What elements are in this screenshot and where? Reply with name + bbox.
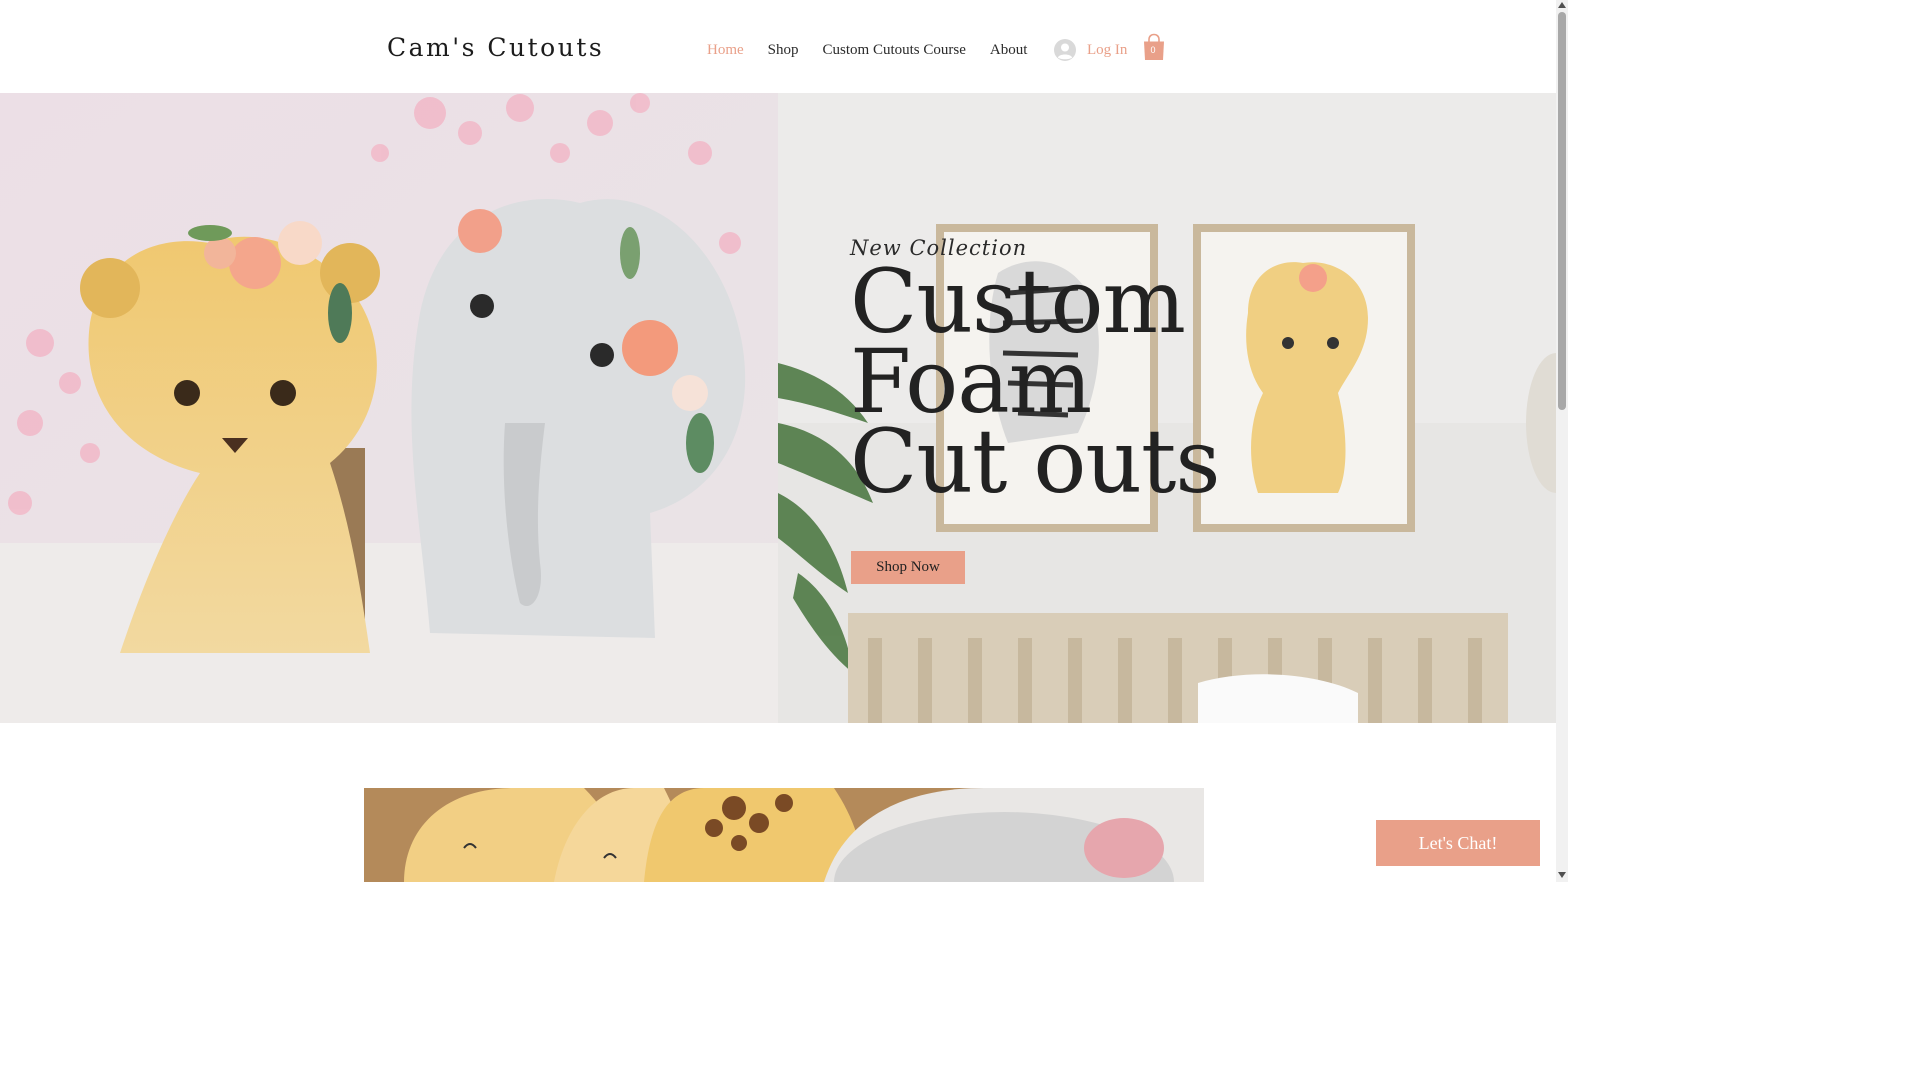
lets-chat-button[interactable]: Let's Chat! (1376, 820, 1540, 866)
site-logo[interactable]: Cam's Cutouts (387, 33, 604, 62)
hero-text: New Collection Custom Foam Cut outs (850, 236, 1221, 513)
nav-item-home[interactable]: Home (707, 42, 744, 59)
shop-now-button[interactable]: Shop Now (851, 551, 965, 584)
nav-item-shop[interactable]: Shop (768, 42, 799, 59)
hero-headline-line-3: Cut outs (850, 410, 1221, 513)
scrollbar-thumb[interactable] (1558, 12, 1566, 410)
user-avatar-icon (1054, 39, 1076, 61)
main-nav: Home Shop Custom Cutouts Course About (707, 42, 1051, 59)
lower-feature-image (364, 788, 1204, 882)
lion-elephant-cutouts-photo (0, 93, 778, 723)
login-label: Log In (1087, 41, 1128, 58)
scroll-down-arrow-icon[interactable] (1558, 872, 1566, 878)
cart-button[interactable]: 0 (1142, 33, 1166, 61)
animal-cutouts-closeup-photo (364, 788, 1204, 882)
scroll-up-arrow-icon[interactable] (1558, 2, 1566, 8)
cart-count: 0 (1150, 45, 1156, 55)
login-button[interactable]: Log In (1054, 39, 1127, 61)
nav-item-about[interactable]: About (990, 42, 1028, 59)
site-header: Cam's Cutouts Home Shop Custom Cutouts C… (0, 0, 1556, 93)
hero-headline: Custom Foam Cut outs (850, 258, 1221, 513)
hero-image-left (0, 93, 778, 723)
nav-item-custom-cutouts-course[interactable]: Custom Cutouts Course (823, 42, 966, 59)
